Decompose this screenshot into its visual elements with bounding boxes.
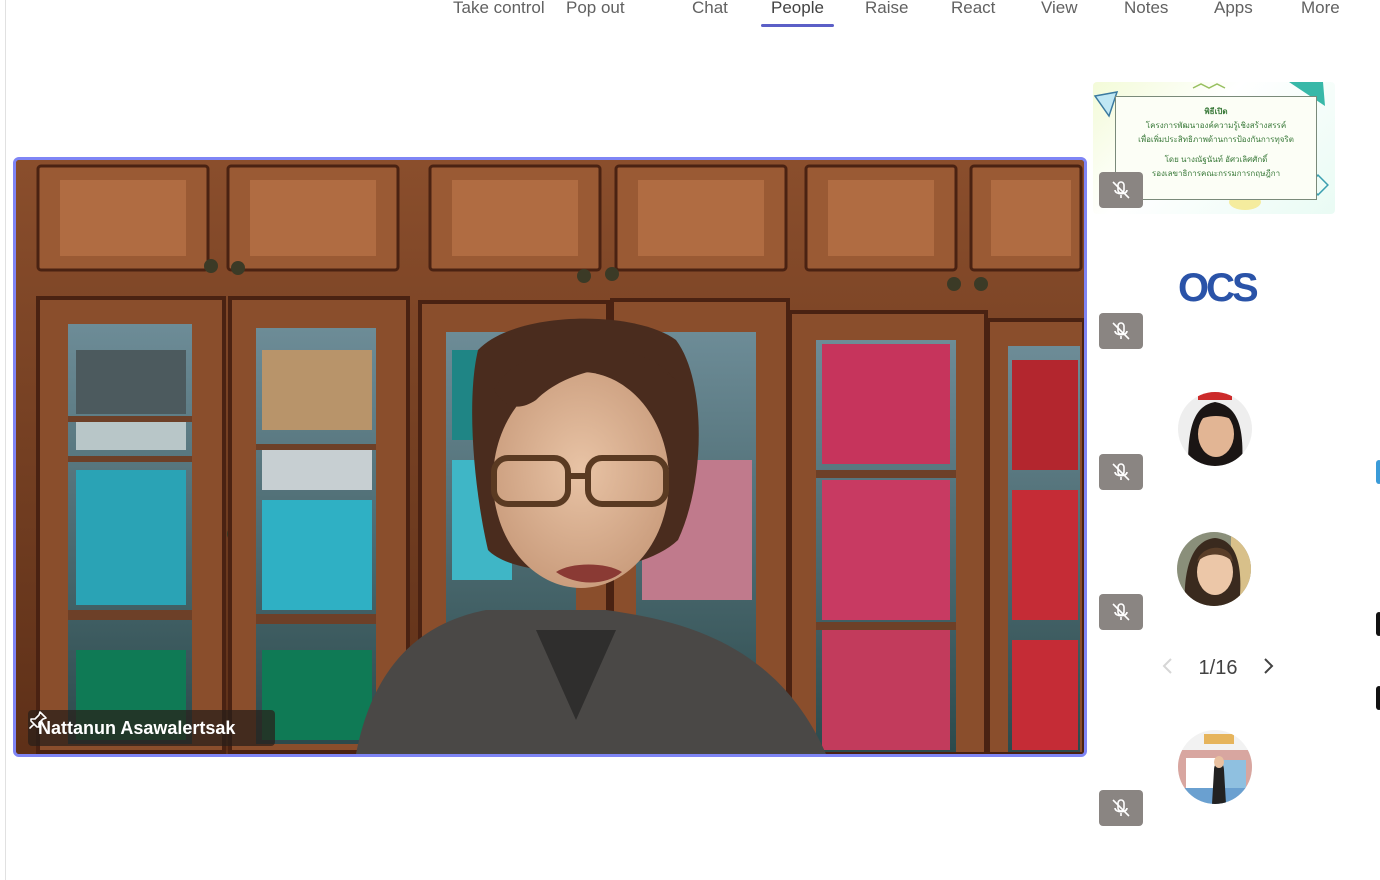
view-button[interactable]: View [1041,0,1078,28]
window-left-border [5,0,6,880]
mic-off-icon [1099,454,1143,490]
chat-button[interactable]: Chat [692,0,728,28]
participant-logo[interactable]: OCS [1178,266,1259,310]
offscreen-avatar-edge [1376,686,1380,710]
participant-avatar[interactable] [1177,532,1251,606]
slide-line: โครงการพัฒนาองค์ความรู้เชิงสร้างสรรค์ [1145,121,1287,130]
main-video-tile[interactable]: Nattanun Asawalertsak [13,157,1087,757]
chevron-right-icon[interactable] [1260,656,1276,681]
offscreen-avatar-edge [1376,460,1380,484]
slide-line: โดย นางณัฐนันท์ อัศวเลิศศักดิ์ [1164,155,1268,164]
mic-off-icon [1099,313,1143,349]
pop-out-button[interactable]: Pop out [566,0,625,28]
more-button[interactable]: More [1301,0,1340,28]
notes-button[interactable]: Notes [1124,0,1168,28]
page-indicator: 1/16 [1198,656,1238,679]
apps-button[interactable]: Apps [1214,0,1253,28]
slide-line: รองเลขาธิการคณะกรรมการกฤษฎีกา [1151,169,1281,178]
mic-off-icon [1099,594,1143,630]
mic-off-icon [1099,790,1143,826]
pin-icon[interactable] [29,711,265,738]
slide-content: พิธีเปิด โครงการพัฒนาองค์ความรู้เชิงสร้า… [1115,96,1317,200]
mic-off-icon [1099,172,1143,208]
participant-name-tag: Nattanun Asawalertsak [28,710,276,746]
participant-avatar[interactable] [1178,730,1252,804]
roster-pager: 1/16 [1160,652,1276,684]
participant-avatar[interactable] [1178,392,1252,466]
raise-hand-button[interactable]: Raise [865,0,908,28]
participant-name: Nattanun Asawalertsak [38,717,236,738]
slide-line: เพื่อเพิ่มประสิทธิภาพด้านการป้องกันการทุ… [1138,135,1294,144]
video-frame [16,160,1084,754]
meeting-toolbar: Take control Pop out Chat People Raise R… [0,0,1380,32]
react-button[interactable]: React [951,0,995,28]
take-control-button[interactable]: Take control [453,0,545,28]
chevron-left-icon[interactable] [1160,656,1176,681]
slide-line: พิธีเปิด [1204,107,1228,116]
offscreen-avatar-edge [1376,612,1380,636]
active-tab-indicator [761,24,834,27]
